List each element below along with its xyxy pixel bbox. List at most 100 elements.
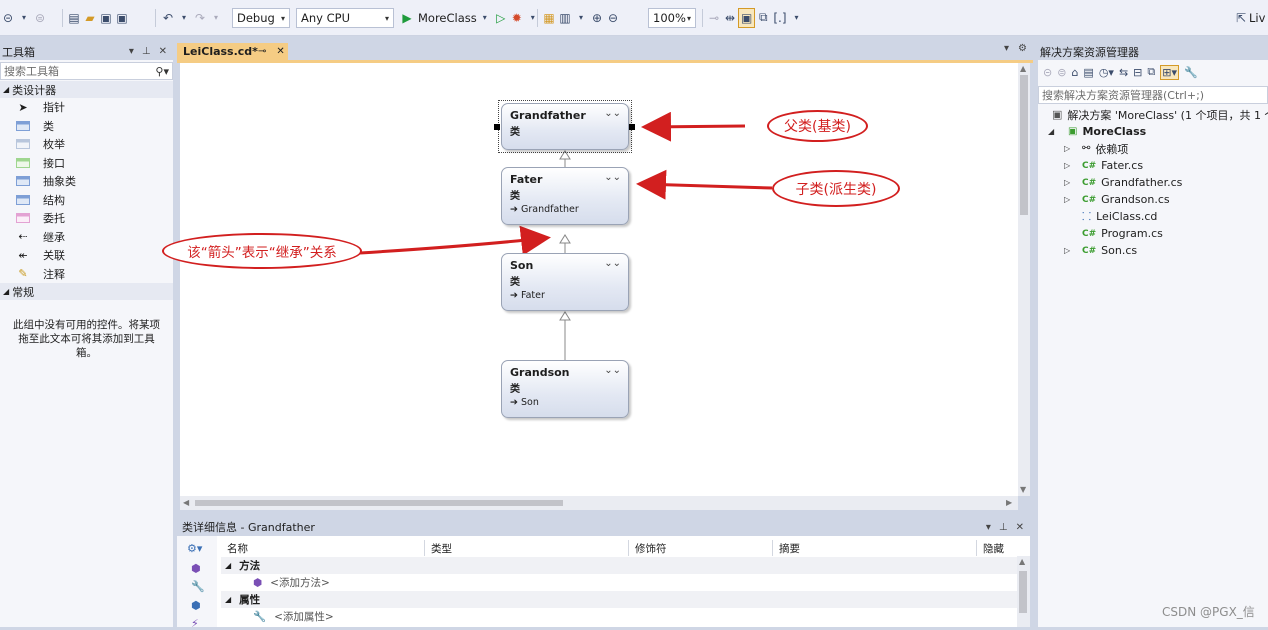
pin-icon[interactable]: ⊥ bbox=[999, 522, 1008, 533]
resize-handle-right[interactable] bbox=[629, 124, 635, 130]
expand-chevron-icon[interactable]: ⌄⌄ bbox=[604, 258, 621, 269]
preview-selected-icon[interactable]: ⊞▾ bbox=[1160, 64, 1179, 80]
class-diagram-canvas[interactable]: Grandfather 类 ⌄⌄ Fater 类 ➔ Grandfather ⌄… bbox=[162, 63, 1018, 496]
diagram-layout-icon[interactable]: [.] bbox=[771, 8, 788, 28]
hide-member-icon[interactable]: ⊸ bbox=[706, 8, 722, 28]
zoom-out-icon[interactable]: ⊖ bbox=[605, 8, 621, 28]
redo-dropdown-icon[interactable]: ▾ bbox=[208, 8, 224, 28]
toolbox-group-class-designer[interactable]: ◢ 类设计器 bbox=[0, 81, 173, 98]
canvas-vertical-scrollbar[interactable]: ▲ ▼ bbox=[1018, 63, 1030, 496]
hot-reload-dropdown-icon[interactable]: ▾ bbox=[525, 8, 541, 28]
column-header-hide[interactable]: 隐藏 bbox=[977, 540, 1017, 556]
details-vertical-scrollbar[interactable]: ▲ bbox=[1017, 556, 1030, 627]
pin-icon[interactable]: ⊥ bbox=[142, 46, 151, 57]
scroll-left-icon[interactable]: ◀ bbox=[183, 498, 189, 507]
column-header-modifier[interactable]: 修饰符 bbox=[629, 540, 773, 556]
column-header-summary[interactable]: 摘要 bbox=[773, 540, 977, 556]
play-icon[interactable]: ▶ bbox=[399, 8, 415, 28]
column-header-name[interactable]: 名称 bbox=[221, 540, 425, 556]
tree-item-project[interactable]: ◢ ▣ MoreClass bbox=[1048, 123, 1146, 140]
layout-icon[interactable]: ▥ bbox=[557, 8, 573, 28]
sync-icon[interactable]: ⇆ bbox=[1119, 66, 1128, 79]
settings-gear-icon[interactable]: ⚙ bbox=[1018, 43, 1027, 54]
tree-item-son-cs[interactable]: ▷ C# Son.cs bbox=[1064, 242, 1137, 259]
tree-item-solution[interactable]: ▣ 解决方案 'MoreClass' (1 个项目，共 1 个 bbox=[1052, 106, 1268, 123]
live-share-icon[interactable]: ⇱ bbox=[1233, 8, 1249, 28]
expand-triangle-icon[interactable]: ▷ bbox=[1064, 195, 1074, 204]
toolbox-item-enum[interactable]: 枚举 bbox=[0, 135, 173, 154]
tree-item-grandson-cs[interactable]: ▷ C# Grandson.cs bbox=[1064, 191, 1170, 208]
forward-icon[interactable]: ⊜ bbox=[32, 8, 48, 28]
class-shape-grandson[interactable]: Grandson 类 ➔ Son ⌄⌄ bbox=[501, 360, 629, 418]
toolbox-item-struct[interactable]: 结构 bbox=[0, 191, 173, 210]
dropdown-arrow-icon[interactable]: ▾ bbox=[16, 8, 32, 28]
tab-list-dropdown-icon[interactable]: ▾ bbox=[1004, 43, 1009, 54]
properties-icon[interactable]: ▦ bbox=[541, 8, 557, 28]
collapse-all-icon[interactable]: ⊟ bbox=[1133, 66, 1142, 79]
toolbox-item-class[interactable]: 类 bbox=[0, 117, 173, 136]
toolbox-group-general[interactable]: ◢ 常规 bbox=[0, 283, 173, 300]
save-all-icon[interactable]: ▣ bbox=[114, 8, 130, 28]
properties-wrench-icon[interactable]: 🔧 bbox=[1184, 66, 1198, 79]
tab-leiclass-cd[interactable]: LeiClass.cd* ⊸ ✕ bbox=[177, 43, 288, 60]
expand-triangle-icon[interactable]: ▷ bbox=[1064, 246, 1074, 255]
tree-item-grandfather-cs[interactable]: ▷ C# Grandfather.cs bbox=[1064, 174, 1182, 191]
back-icon[interactable]: ⊝ bbox=[0, 8, 16, 28]
overflow-icon[interactable]: ▾ bbox=[789, 8, 805, 28]
live-share-label[interactable]: Liv bbox=[1249, 11, 1265, 25]
scroll-thumb[interactable] bbox=[1019, 571, 1027, 613]
scroll-thumb[interactable] bbox=[195, 500, 563, 506]
tree-item-fater-cs[interactable]: ▷ C# Fater.cs bbox=[1064, 157, 1143, 174]
back-icon[interactable]: ⊝ bbox=[1043, 66, 1052, 79]
start-without-debug-icon[interactable]: ▷ bbox=[493, 8, 509, 28]
new-member-icon[interactable]: ⚙▾ bbox=[187, 542, 202, 555]
group-row-properties[interactable]: ◢ 属性 bbox=[221, 591, 1017, 608]
open-folder-icon[interactable]: ▰ bbox=[82, 8, 98, 28]
scroll-down-icon[interactable]: ▼ bbox=[1020, 485, 1026, 494]
undo-dropdown-icon[interactable]: ▾ bbox=[176, 8, 192, 28]
class-shape-son[interactable]: Son 类 ➔ Fater ⌄⌄ bbox=[501, 253, 629, 311]
show-all-files-icon[interactable]: ⧉ bbox=[1147, 65, 1155, 79]
add-method-row[interactable]: ⬢ <添加方法> bbox=[253, 574, 330, 591]
toolbox-item-interface[interactable]: 接口 bbox=[0, 154, 173, 173]
zoom-select[interactable]: 100% ▾ bbox=[648, 8, 696, 28]
add-property-row[interactable]: 🔧 <添加属性> bbox=[253, 608, 334, 625]
start-dropdown-icon[interactable]: ▾ bbox=[477, 8, 493, 28]
collapse-triangle-icon[interactable]: ◢ bbox=[1048, 127, 1058, 136]
tree-item-dependencies[interactable]: ▷ ⚯ 依赖项 bbox=[1064, 140, 1128, 157]
window-menu-icon[interactable]: ▾ bbox=[986, 522, 991, 533]
close-icon[interactable]: ✕ bbox=[1016, 522, 1024, 533]
add-field-icon[interactable]: ⬢ bbox=[191, 599, 201, 612]
expand-triangle-icon[interactable]: ▷ bbox=[1064, 178, 1074, 187]
export-icon[interactable]: ⧉ bbox=[755, 8, 771, 28]
toolbox-item-pointer[interactable]: ➤ 指针 bbox=[0, 98, 173, 117]
save-icon[interactable]: ▣ bbox=[98, 8, 114, 28]
platform-select[interactable]: Any CPU ▾ bbox=[296, 8, 394, 28]
zoom-in-icon[interactable]: ⊕ bbox=[589, 8, 605, 28]
undo-icon[interactable]: ↶ bbox=[160, 8, 176, 28]
expand-triangle-icon[interactable]: ▷ bbox=[1064, 144, 1074, 153]
search-icon[interactable]: ⚲▾ bbox=[155, 65, 169, 78]
tree-item-program-cs[interactable]: C# Program.cs bbox=[1074, 225, 1163, 242]
forward-icon[interactable]: ⊜ bbox=[1057, 66, 1066, 79]
layout-dropdown-icon[interactable]: ▾ bbox=[573, 8, 589, 28]
tree-item-leiclass-cd[interactable]: ⸬ LeiClass.cd bbox=[1074, 208, 1157, 225]
column-header-type[interactable]: 类型 bbox=[425, 540, 629, 556]
fit-width-icon[interactable]: ⇹ bbox=[722, 8, 738, 28]
canvas-horizontal-scrollbar[interactable]: ◀ ▶ bbox=[180, 496, 1018, 510]
toolbox-search-input[interactable]: 搜索工具箱 ⚲▾ bbox=[0, 62, 173, 80]
add-property-icon[interactable]: 🔧 bbox=[191, 580, 205, 593]
scroll-right-icon[interactable]: ▶ bbox=[1006, 498, 1012, 507]
switch-views-icon[interactable]: ▤ bbox=[1083, 66, 1093, 79]
new-project-icon[interactable]: ▤ bbox=[66, 8, 82, 28]
class-shape-fater[interactable]: Fater 类 ➔ Grandfather ⌄⌄ bbox=[501, 167, 629, 225]
scroll-up-icon[interactable]: ▲ bbox=[1020, 64, 1026, 73]
class-shape-grandfather[interactable]: Grandfather 类 ⌄⌄ bbox=[501, 103, 629, 150]
add-method-icon[interactable]: ⬢ bbox=[191, 562, 201, 575]
redo-icon[interactable]: ↷ bbox=[192, 8, 208, 28]
scroll-up-icon[interactable]: ▲ bbox=[1019, 557, 1025, 566]
pin-icon[interactable]: ⊸ bbox=[258, 46, 266, 57]
toolbox-item-inheritance[interactable]: ⇠ 继承 bbox=[0, 228, 173, 247]
expand-chevron-icon[interactable]: ⌄⌄ bbox=[604, 172, 621, 183]
start-button-label[interactable]: MoreClass bbox=[418, 11, 477, 25]
